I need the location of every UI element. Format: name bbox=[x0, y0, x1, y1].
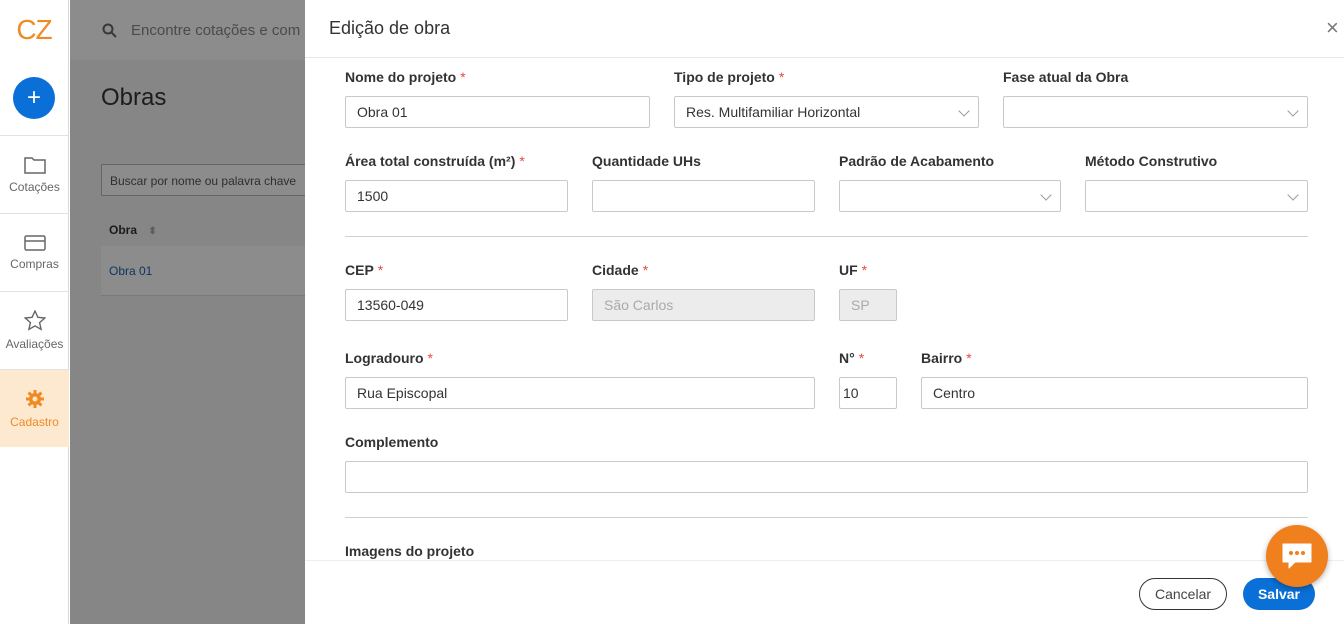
chevron-down-icon bbox=[1040, 189, 1052, 201]
area-total-input[interactable]: 1500 bbox=[345, 180, 568, 212]
nome-projeto-label: Nome do projeto * bbox=[345, 69, 466, 85]
modal-title: Edição de obra bbox=[329, 18, 451, 38]
sidebar-item-cadastro[interactable]: Cadastro bbox=[0, 369, 69, 447]
tipo-projeto-select[interactable]: Res. Multifamiliar Horizontal bbox=[674, 96, 979, 128]
sidebar-nav: Cotações Compras Avaliações Cadastro bbox=[0, 135, 69, 447]
section-divider bbox=[345, 517, 1308, 518]
fase-atual-select[interactable] bbox=[1003, 96, 1308, 128]
bairro-input[interactable]: Centro bbox=[921, 377, 1308, 409]
cep-input[interactable]: 13560-049 bbox=[345, 289, 568, 321]
metodo-construtivo-label: Método Construtivo bbox=[1085, 153, 1218, 169]
sidebar-item-label: Compras bbox=[10, 256, 59, 271]
sidebar-item-label: Cotações bbox=[9, 179, 60, 194]
complemento-label: Complemento bbox=[345, 434, 439, 450]
quantidade-uhs-input[interactable] bbox=[592, 180, 815, 212]
cancel-button[interactable]: Cancelar bbox=[1139, 578, 1227, 610]
section-divider bbox=[345, 236, 1308, 237]
cidade-input: São Carlos bbox=[592, 289, 815, 321]
credit-card-icon bbox=[23, 234, 46, 251]
folder-icon bbox=[23, 156, 46, 174]
modal-body: Nome do projeto * Obra 01 Tipo de projeto… bbox=[305, 58, 1344, 560]
images-section-title: Imagens do projeto bbox=[345, 543, 475, 559]
sidebar-item-compras[interactable]: Compras bbox=[0, 213, 69, 291]
sidebar-item-label: Cadastro bbox=[10, 414, 59, 429]
quantidade-uhs-label: Quantidade UHs bbox=[592, 153, 701, 169]
tipo-projeto-label: Tipo de projeto * bbox=[674, 69, 785, 85]
modal-header: Edição de obra × bbox=[305, 0, 1344, 58]
padrao-acabamento-label: Padrão de Acabamento bbox=[839, 153, 995, 169]
app-logo[interactable]: CZ bbox=[0, 0, 68, 60]
sidebar-item-avaliacoes[interactable]: Avaliações bbox=[0, 291, 69, 369]
uf-label: UF * bbox=[839, 262, 868, 278]
sidebar-item-cotacoes[interactable]: Cotações bbox=[0, 135, 69, 213]
add-button[interactable]: + bbox=[13, 77, 55, 119]
padrao-acabamento-select[interactable] bbox=[839, 180, 1061, 212]
area-total-label: Área total construída (m²) * bbox=[345, 153, 525, 169]
chevron-down-icon bbox=[1287, 189, 1299, 201]
sidebar-item-label: Avaliações bbox=[5, 337, 64, 351]
chat-icon bbox=[1282, 543, 1312, 569]
uf-input: SP bbox=[839, 289, 897, 321]
complemento-input[interactable] bbox=[345, 461, 1308, 493]
numero-input[interactable]: 10 bbox=[839, 377, 897, 409]
logradouro-label: Logradouro * bbox=[345, 350, 433, 366]
metodo-construtivo-select[interactable] bbox=[1085, 180, 1308, 212]
sidebar: CZ + Cotações Compras Avaliações Cadastr… bbox=[0, 0, 69, 624]
chevron-down-icon bbox=[958, 105, 970, 117]
nome-projeto-input[interactable]: Obra 01 bbox=[345, 96, 650, 128]
fase-atual-label: Fase atual da Obra bbox=[1003, 69, 1129, 85]
bairro-label: Bairro * bbox=[921, 350, 972, 366]
chevron-down-icon bbox=[1287, 105, 1299, 117]
chat-button[interactable] bbox=[1266, 525, 1328, 587]
star-icon bbox=[23, 310, 46, 331]
numero-label: N° * bbox=[839, 350, 865, 366]
cidade-label: Cidade * bbox=[592, 262, 649, 278]
gear-icon bbox=[25, 389, 44, 408]
cep-label: CEP * bbox=[345, 262, 384, 278]
logradouro-input[interactable]: Rua Episcopal bbox=[345, 377, 815, 409]
edit-obra-modal: Edição de obra × Nome do projeto * Obra 0… bbox=[305, 0, 1344, 624]
close-icon[interactable]: × bbox=[1326, 17, 1344, 39]
modal-footer: Cancelar Salvar bbox=[305, 560, 1344, 624]
